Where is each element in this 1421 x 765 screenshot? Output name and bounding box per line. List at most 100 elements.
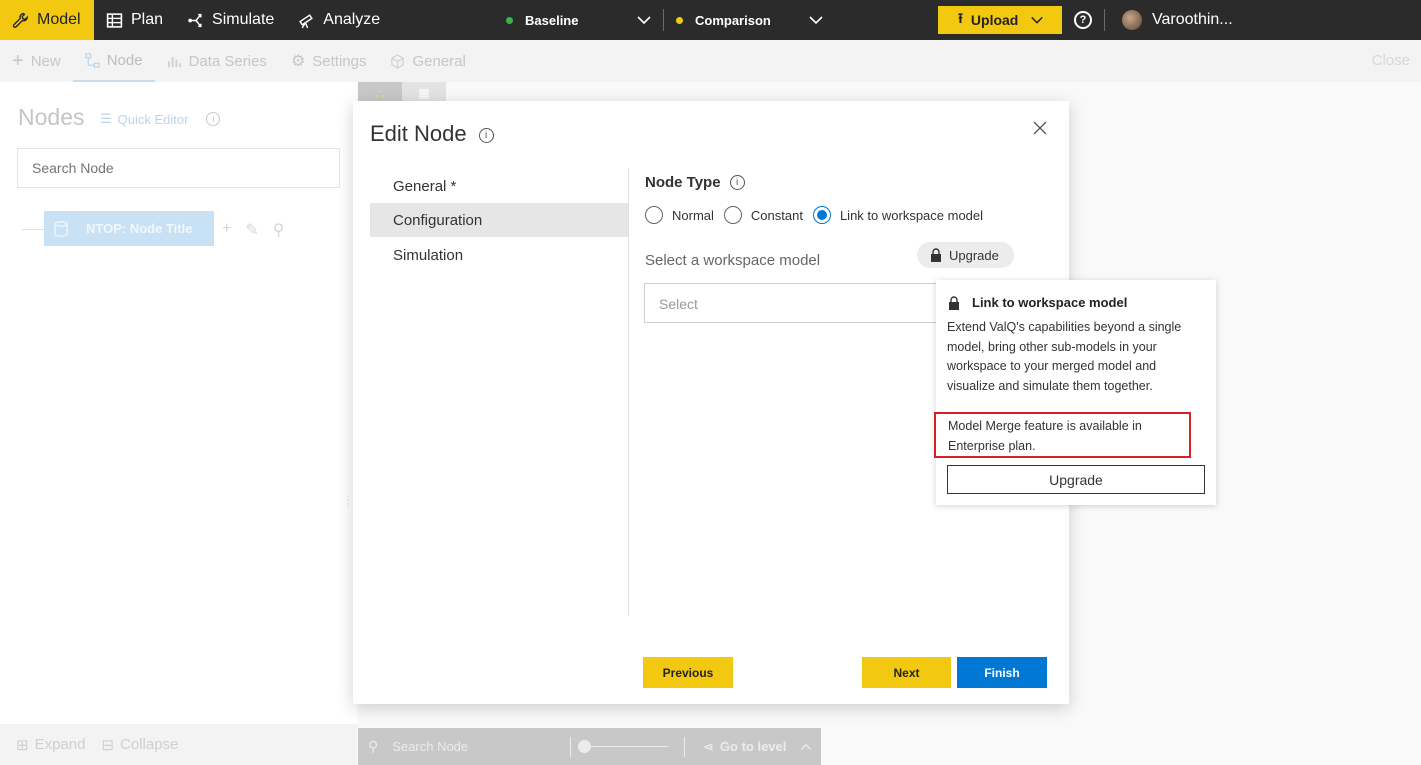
node-actions: + ✎ ⚲ bbox=[222, 220, 284, 240]
canvas-search[interactable]: ⚲ Search Node bbox=[368, 738, 573, 755]
node-chip[interactable]: NTOP: Node Title bbox=[44, 211, 214, 246]
upgrade-pill-button[interactable]: Upgrade bbox=[917, 242, 1014, 268]
add-child-icon[interactable]: + bbox=[222, 220, 231, 240]
upload-button[interactable]: ⭱ Upload bbox=[938, 6, 1062, 34]
expand-icon: ⊞ bbox=[16, 736, 29, 754]
radio-constant[interactable]: Constant bbox=[723, 206, 803, 224]
popover-description: Extend ValQ's capabilities beyond a sing… bbox=[947, 320, 1182, 393]
wrench-icon[interactable]: ⚲ bbox=[273, 220, 285, 240]
chevron-up-icon bbox=[801, 743, 812, 750]
enterprise-plan-note: Model Merge feature is available in Ente… bbox=[934, 412, 1191, 458]
dialog-nav-general[interactable]: General * bbox=[370, 169, 628, 203]
zoom-slider-track[interactable] bbox=[586, 746, 668, 747]
expand-button[interactable]: ⊞ Expand bbox=[16, 736, 85, 754]
nav-simulate-label: Simulate bbox=[212, 11, 275, 28]
node-type-radio-group: Normal Constant Link to workspace model bbox=[645, 206, 993, 224]
tab-general[interactable]: General bbox=[378, 40, 477, 82]
canvas-bottom-bar: ⚲ Search Node ⋖ Go to level bbox=[358, 728, 821, 765]
upgrade-button[interactable]: Upgrade bbox=[947, 465, 1205, 494]
comparison-selector[interactable]: Comparison bbox=[676, 0, 771, 40]
user-name[interactable]: Varoothin... bbox=[1152, 0, 1233, 40]
resize-handle[interactable]: ⋮ ⋮ bbox=[343, 496, 353, 510]
nav-simulate[interactable]: Simulate bbox=[175, 0, 286, 40]
collapse-label: Collapse bbox=[120, 736, 179, 753]
workspace-model-select[interactable]: Select bbox=[644, 283, 939, 323]
node-icon bbox=[85, 52, 100, 68]
chevron-down-icon[interactable] bbox=[808, 12, 824, 28]
nav-plan-label: Plan bbox=[131, 11, 164, 28]
finish-button[interactable]: Finish bbox=[957, 657, 1047, 688]
nav-plan[interactable]: Plan bbox=[94, 0, 175, 40]
share-icon: ⋖ bbox=[703, 738, 714, 754]
expand-label: Expand bbox=[34, 736, 86, 753]
upgrade-pill-label: Upgrade bbox=[949, 247, 999, 263]
node-type-heading: Node Type i bbox=[645, 174, 745, 191]
baseline-status-dot bbox=[506, 16, 513, 24]
dialog-title-text: Edit Node bbox=[370, 121, 467, 146]
workspace-model-label: Select a workspace model bbox=[645, 252, 821, 269]
avatar[interactable] bbox=[1122, 10, 1142, 30]
tab-node[interactable]: Node bbox=[72, 40, 155, 82]
nodes-panel: Nodes ☰ Quick Editor i NTOP: Node Title … bbox=[0, 82, 357, 765]
nav-analyze[interactable]: Analyze bbox=[286, 0, 392, 40]
settings-label: Settings bbox=[312, 52, 367, 70]
radio-normal-label: Normal bbox=[672, 207, 714, 223]
node-type-label: Node Type bbox=[645, 174, 721, 191]
close-icon[interactable] bbox=[1033, 121, 1047, 135]
radio-link-to-workspace-model[interactable]: Link to workspace model bbox=[812, 206, 983, 224]
previous-button[interactable]: Previous bbox=[643, 657, 733, 688]
nav-analyze-label: Analyze bbox=[323, 11, 381, 28]
quick-editor-link[interactable]: ☰ Quick Editor i bbox=[100, 111, 221, 127]
nodes-title: Nodes bbox=[18, 104, 85, 130]
next-button[interactable]: Next bbox=[862, 657, 951, 688]
collapse-button[interactable]: ⊟ Collapse bbox=[101, 736, 178, 754]
divider bbox=[628, 168, 629, 616]
dialog-nav-simulation[interactable]: Simulation bbox=[370, 238, 628, 272]
tree-footer: ⊞ Expand ⊟ Collapse bbox=[0, 724, 357, 765]
info-icon[interactable]: i bbox=[206, 112, 221, 126]
lock-icon bbox=[949, 295, 959, 310]
table-icon bbox=[106, 12, 123, 28]
tab-settings[interactable]: ⚙ Settings bbox=[279, 40, 379, 82]
dialog-title: Edit Node i bbox=[370, 121, 494, 147]
tab-data-series[interactable]: Data Series bbox=[155, 40, 279, 82]
new-label: New bbox=[30, 52, 61, 70]
node-label: Node bbox=[106, 51, 143, 69]
comparison-label: Comparison bbox=[695, 12, 771, 28]
nav-model[interactable]: Model bbox=[0, 0, 94, 40]
comparison-status-dot bbox=[676, 16, 683, 24]
info-icon[interactable]: i bbox=[729, 175, 745, 190]
radio-constant-label: Constant bbox=[750, 207, 803, 223]
search-icon: ⚲ bbox=[368, 738, 379, 754]
chevron-down-icon[interactable] bbox=[636, 12, 652, 28]
dialog-nav-configuration[interactable]: Configuration bbox=[370, 203, 628, 237]
telescope-icon bbox=[299, 13, 314, 28]
bar-chart-icon bbox=[167, 56, 181, 67]
lock-icon bbox=[931, 248, 941, 262]
upload-label: Upload bbox=[970, 12, 1019, 28]
secondary-toolbar: + New Node Data Series ⚙ Settings Genera… bbox=[0, 40, 1421, 82]
baseline-selector[interactable]: Baseline bbox=[506, 0, 578, 40]
help-icon[interactable]: ? bbox=[1074, 11, 1092, 29]
close-button[interactable]: Close bbox=[1372, 52, 1410, 69]
popover-title: Link to workspace model bbox=[948, 295, 1127, 310]
radio-normal[interactable]: Normal bbox=[645, 206, 714, 224]
new-button[interactable]: + New bbox=[0, 40, 73, 82]
upload-icon: ⭱ bbox=[958, 10, 963, 26]
data-series-label: Data Series bbox=[188, 52, 267, 70]
radio-circle bbox=[723, 206, 742, 224]
radio-circle bbox=[645, 206, 663, 224]
info-icon[interactable]: i bbox=[478, 128, 494, 143]
plus-icon: + bbox=[12, 49, 24, 72]
zoom-slider-thumb[interactable] bbox=[578, 740, 591, 753]
edit-pencil-icon[interactable]: ✎ bbox=[245, 220, 258, 240]
radio-circle-checked bbox=[812, 206, 831, 224]
go-to-level-button[interactable]: ⋖ Go to level bbox=[703, 728, 812, 765]
popover-title-text: Link to workspace model bbox=[972, 295, 1128, 310]
gear-icon: ⚙ bbox=[290, 53, 306, 70]
database-icon bbox=[54, 220, 68, 237]
search-node-input[interactable] bbox=[17, 148, 340, 188]
cube-icon bbox=[391, 53, 405, 69]
divider bbox=[1104, 9, 1105, 31]
upgrade-popover: Link to workspace model Extend ValQ's ca… bbox=[934, 280, 1216, 505]
